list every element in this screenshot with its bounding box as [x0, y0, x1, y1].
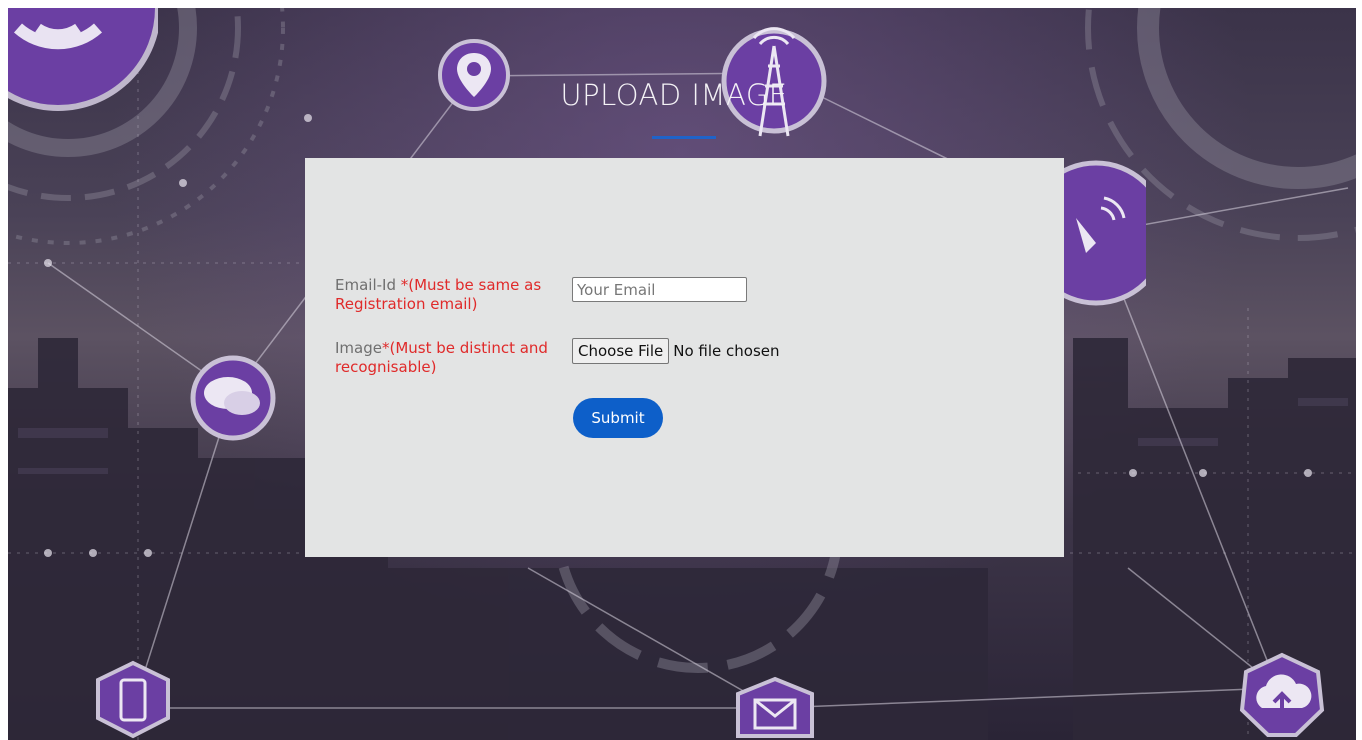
upload-form: Email-Id *(Must be same as Registration … [305, 158, 1064, 557]
image-label-text: Image [335, 339, 382, 357]
mobile-phone-icon [96, 660, 170, 739]
email-row: Email-Id *(Must be same as Registration … [335, 276, 555, 314]
image-row: Image*(Must be distinct and recognisable… [335, 339, 555, 377]
email-label-text: Email-Id [335, 276, 401, 294]
cloud-upload-icon [1239, 652, 1325, 737]
file-status-text: No file chosen [673, 342, 780, 360]
satellite-dish-icon [1056, 160, 1146, 306]
email-input[interactable] [572, 277, 747, 302]
title-underline [652, 136, 716, 139]
chat-bubbles-icon [190, 355, 276, 441]
page-title: UPLOAD IMAGE [560, 78, 788, 112]
image-label: Image*(Must be distinct and recognisable… [335, 339, 555, 377]
mail-icon [736, 676, 814, 738]
file-input[interactable]: Choose File No file chosen [572, 338, 780, 364]
choose-file-button[interactable]: Choose File [572, 338, 670, 364]
submit-button[interactable]: Submit [573, 398, 663, 438]
email-label: Email-Id *(Must be same as Registration … [335, 276, 555, 314]
